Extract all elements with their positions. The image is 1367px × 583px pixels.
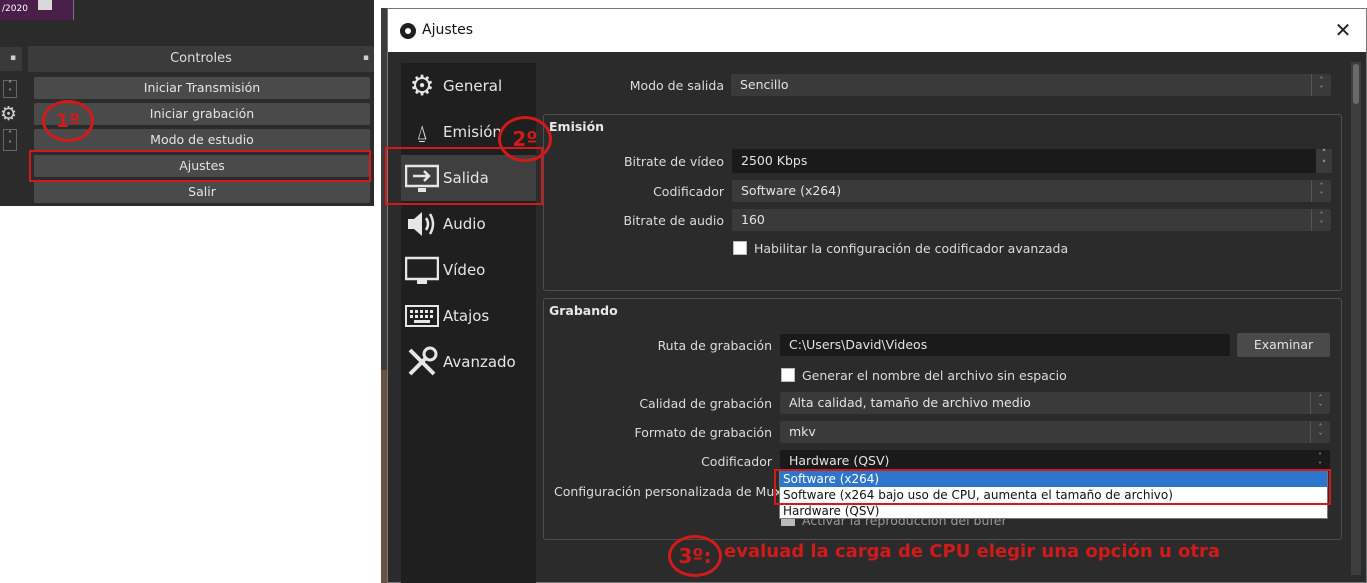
highlight-frame-encoder-options [774, 469, 1331, 505]
speaker-icon [405, 207, 439, 241]
preview-image [38, 0, 52, 10]
preview-date: /2020 [2, 4, 28, 14]
gear-icon: ⚙ [409, 69, 435, 102]
streaming-group [543, 114, 1342, 291]
annotation-step-3: 3º: [668, 535, 722, 577]
stream-encoder-label: Codificador [653, 184, 724, 199]
recording-encoder-value: Hardware (QSV) [789, 453, 890, 468]
advanced-encoder-label: Habilitar la configuración de codificado… [754, 241, 1069, 256]
recording-quality-select[interactable]: Alta calidad, tamaño de archivo medio ˄ ˅ [780, 392, 1330, 414]
dialog-title: Ajustes [422, 22, 474, 38]
sidebar-item-general[interactable]: ⚙ General [401, 65, 536, 107]
exit-button[interactable]: Salir [34, 181, 370, 203]
annotation-step-1: 1º [42, 100, 94, 142]
annotation-step-2: 2º [498, 116, 552, 162]
chevron-updown-icon: ˄ ˅ [1310, 392, 1330, 414]
highlight-frame-settings [29, 150, 371, 182]
scrollbar-thumb[interactable] [1353, 64, 1359, 104]
tools-icon [405, 345, 439, 379]
annotation-step-3-text: evaluad la carga de CPU elegir una opció… [724, 541, 1221, 562]
chevron-updown-icon: ˄ ˅ [1311, 180, 1331, 202]
muxer-settings-label: Configuración personalizada de Muxer [554, 484, 795, 499]
output-mode-select[interactable]: Sencillo ˄ ˅ [731, 74, 1331, 96]
start-streaming-button[interactable]: Iniciar Transmisión [34, 77, 370, 99]
recording-quality-value: Alta calidad, tamaño de archivo medio [789, 395, 1031, 410]
audio-bitrate-label: Bitrate de audio [623, 213, 724, 228]
recording-encoder-label: Codificador [701, 454, 772, 469]
preview-thumbnail: /2020 [0, 0, 74, 20]
advanced-encoder-checkbox[interactable] [733, 241, 747, 255]
recording-format-label: Formato de grabación [634, 425, 772, 440]
sidebar-item-avanzado[interactable]: Avanzado [401, 341, 536, 383]
sidebar-item-atajos[interactable]: Atajos [401, 295, 536, 337]
recording-path-label: Ruta de grabación [657, 338, 772, 353]
audio-bitrate-value: 160 [741, 212, 765, 227]
video-bitrate-value: 2500 Kbps [741, 153, 808, 168]
chevron-updown-icon: ˄ ˅ [1311, 209, 1331, 231]
close-icon[interactable]: ✕ [1332, 19, 1354, 41]
scrollbar-track[interactable] [1351, 62, 1361, 575]
sidebar-item-label: Vídeo [443, 261, 486, 279]
encoder-option-qsv[interactable]: Hardware (QSV) [780, 503, 1327, 519]
recording-group-title: Grabando [549, 303, 618, 318]
sidebar-item-label: General [443, 77, 503, 95]
recording-format-value: mkv [789, 424, 816, 439]
sidebar-item-audio[interactable]: Audio [401, 203, 536, 245]
sidebar-item-label: Atajos [443, 307, 490, 325]
controls-title: Controles [170, 51, 232, 66]
scroll-arrows-icon[interactable]: ˄ ˅ [3, 80, 17, 98]
sidebar-item-video[interactable]: Vídeo [401, 249, 536, 291]
recording-path-value: C:\Users\David\Videos [789, 337, 928, 352]
antenna-icon: ⍙ [416, 120, 428, 144]
sidebar-item-label: Audio [443, 215, 486, 233]
dock-float-icon[interactable]: ▪ [10, 53, 16, 63]
controls-header: Controles ▪ [28, 46, 374, 72]
monitor-icon [404, 253, 440, 287]
video-bitrate-label: Bitrate de vídeo [623, 154, 724, 169]
spinner-arrows-icon[interactable]: ˄ ˅ [1316, 149, 1332, 173]
recording-quality-label: Calidad de grabación [639, 396, 772, 411]
recording-format-select[interactable]: mkv ˄ ˅ [780, 421, 1330, 443]
streaming-group-title: Emisión [549, 119, 605, 134]
title-bar: Ajustes ✕ [388, 9, 1366, 52]
stream-encoder-select[interactable]: Software (x264) ˄ ˅ [732, 180, 1331, 202]
gear-icon[interactable]: ⚙ [0, 103, 17, 125]
audio-bitrate-select[interactable]: 160 ˄ ˅ [732, 209, 1331, 231]
stream-encoder-value: Software (x264) [741, 183, 842, 198]
browse-button[interactable]: Examinar [1237, 333, 1330, 357]
dock-float-icon[interactable]: ▪ [363, 53, 369, 63]
move-updown-icon[interactable]: ˄ ˅ [3, 129, 17, 151]
nospace-filename-checkbox[interactable] [781, 368, 795, 382]
keyboard-icon [405, 299, 439, 333]
recording-path-input[interactable]: C:\Users\David\Videos [780, 334, 1230, 356]
output-mode-label: Modo de salida [629, 78, 724, 93]
chevron-updown-icon: ˄ ˅ [1310, 421, 1330, 443]
nospace-filename-label: Generar el nombre del archivo sin espaci… [802, 368, 1067, 383]
background [381, 0, 1367, 8]
output-mode-value: Sencillo [740, 77, 789, 92]
chevron-updown-icon: ˄ ˅ [1311, 74, 1331, 96]
obs-logo-icon [400, 23, 416, 39]
video-bitrate-input[interactable]: 2500 Kbps ˄ ˅ [732, 149, 1332, 173]
sidebar-item-label: Avanzado [443, 353, 516, 371]
